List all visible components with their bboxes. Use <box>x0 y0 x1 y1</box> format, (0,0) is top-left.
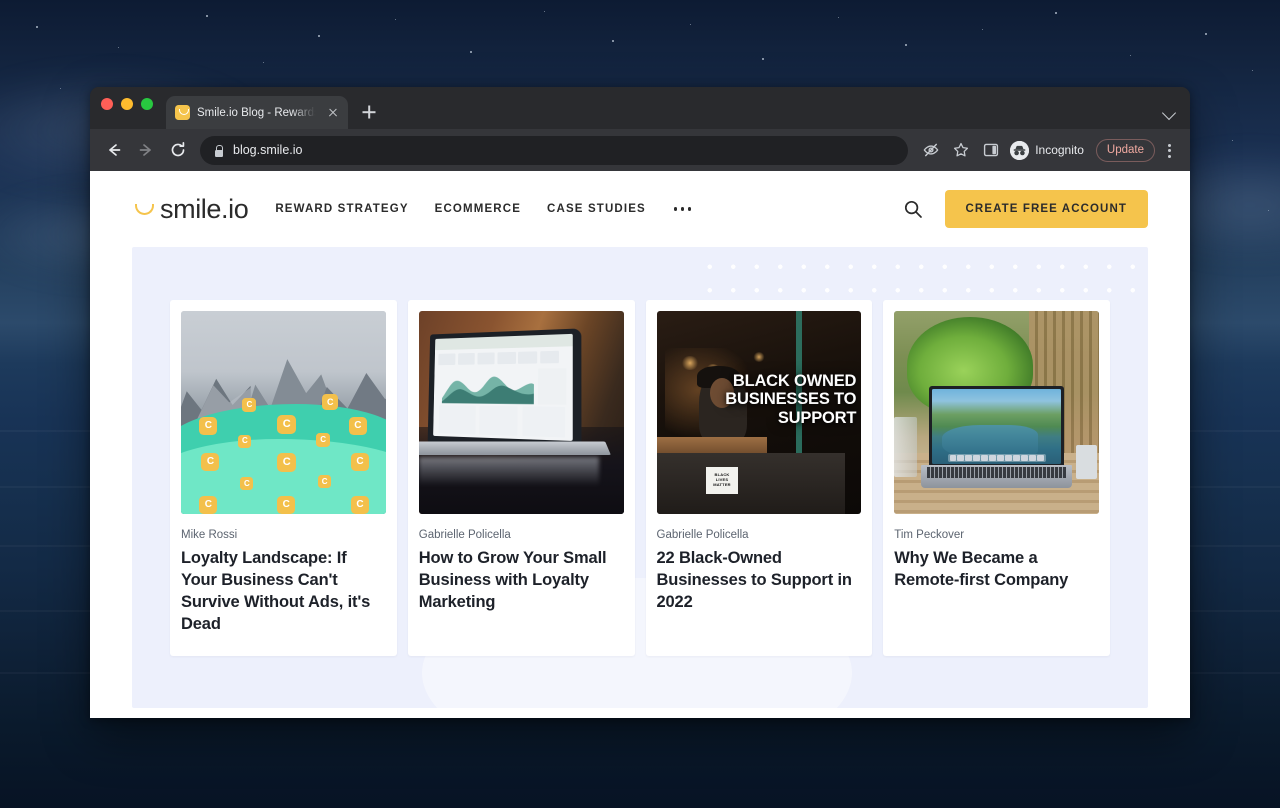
mountain-lake-coins-illustration: C C C C C C C C C C C C C C C <box>181 311 386 514</box>
article-card[interactable]: Tim Peckover Why We Became a Remote-firs… <box>883 300 1110 656</box>
star <box>395 19 396 20</box>
browser-tab[interactable]: Smile.io Blog - Rewards, Loyal <box>166 96 348 129</box>
article-author: Gabrielle Policella <box>656 529 749 541</box>
article-title[interactable]: How to Grow Your Small Business with Loy… <box>419 548 624 614</box>
nav-item-reward-strategy[interactable]: REWARD STRATEGY <box>275 203 408 215</box>
article-card[interactable]: C C C C C C C C C C C C C C C Mike Rossi… <box>170 300 397 656</box>
article-thumbnail: BLACK LIVES MATTER BLACK OWNED BUSINESSE… <box>656 311 862 514</box>
desktop-wallpaper: Smile.io Blog - Rewards, Loyal blog.smil… <box>0 0 1280 808</box>
article-thumbnail <box>894 311 1099 514</box>
sign-line: MATTER <box>713 482 731 488</box>
close-icon[interactable] <box>325 105 341 121</box>
star <box>206 15 208 17</box>
star <box>905 44 907 46</box>
reload-icon[interactable] <box>163 136 192 165</box>
nav-item-ecommerce[interactable]: ECOMMERCE <box>435 203 521 215</box>
chevron-down-icon[interactable] <box>1163 106 1176 119</box>
article-author: Tim Peckover <box>894 529 965 541</box>
browser-window: Smile.io Blog - Rewards, Loyal blog.smil… <box>90 87 1190 718</box>
page-viewport: smile.io REWARD STRATEGY ECOMMERCE CASE … <box>90 171 1190 718</box>
profile-label: Incognito <box>1035 143 1084 157</box>
laptop-analytics-dashboard-photo <box>418 311 624 514</box>
black-owned-business-storefront-photo: BLACK LIVES MATTER BLACK OWNED BUSINESSE… <box>656 311 862 514</box>
featured-articles-panel: C C C C C C C C C C C C C C C Mike Rossi… <box>132 247 1148 708</box>
star <box>263 62 264 63</box>
star <box>1055 12 1057 14</box>
article-card[interactable]: Gabrielle Policella How to Grow Your Sma… <box>407 300 635 656</box>
star <box>838 17 839 18</box>
search-icon[interactable] <box>903 199 923 219</box>
star <box>36 26 38 28</box>
forward-arrow-icon[interactable] <box>131 136 160 165</box>
star <box>1130 55 1131 56</box>
star <box>1252 70 1253 71</box>
plus-icon[interactable] <box>355 98 383 126</box>
tab-title: Smile.io Blog - Rewards, Loyal <box>197 106 318 119</box>
eye-slash-icon[interactable] <box>917 137 944 164</box>
star <box>612 40 614 42</box>
star <box>762 58 764 60</box>
article-title[interactable]: 22 Black-Owned Businesses to Support in … <box>657 548 862 614</box>
lock-icon <box>213 144 224 157</box>
star <box>690 24 691 25</box>
star <box>544 11 545 12</box>
smile-favicon-icon <box>175 105 190 120</box>
address-bar[interactable]: blog.smile.io <box>200 135 909 165</box>
main-navigation: REWARD STRATEGY ECOMMERCE CASE STUDIES <box>275 203 693 215</box>
url-text: blog.smile.io <box>233 143 303 157</box>
tab-strip: Smile.io Blog - Rewards, Loyal <box>90 87 1190 129</box>
article-author: Gabrielle Policella <box>418 529 511 541</box>
article-thumbnail <box>418 311 624 514</box>
kebab-menu-icon[interactable] <box>1158 137 1180 164</box>
window-traffic-lights <box>101 87 166 129</box>
thumbnail-overlay-text: BLACK OWNED BUSINESSES TO SUPPORT <box>725 371 857 427</box>
smile-arc-icon <box>135 201 154 218</box>
star <box>470 51 472 53</box>
star <box>118 47 119 48</box>
star <box>982 29 983 30</box>
star-icon[interactable] <box>947 137 974 164</box>
star <box>1232 140 1233 141</box>
ellipsis-icon[interactable] <box>672 203 694 215</box>
incognito-icon <box>1010 140 1030 160</box>
star <box>1205 33 1207 35</box>
minimize-window-button[interactable] <box>121 97 133 110</box>
logo-text: smile.io <box>160 193 249 224</box>
article-thumbnail: C C C C C C C C C C C C C C C <box>181 311 386 514</box>
article-card[interactable]: BLACK LIVES MATTER BLACK OWNED BUSINESSE… <box>645 300 873 656</box>
back-arrow-icon[interactable] <box>99 136 128 165</box>
site-logo[interactable]: smile.io <box>135 193 249 225</box>
featured-card-list: C C C C C C C C C C C C C C C Mike Rossi… <box>170 300 1110 656</box>
macbook-outdoor-garden-photo <box>894 311 1099 514</box>
header-actions: CREATE FREE ACCOUNT <box>903 190 1148 228</box>
site-header: smile.io REWARD STRATEGY ECOMMERCE CASE … <box>90 171 1190 247</box>
side-panel-icon[interactable] <box>977 137 1004 164</box>
black-lives-matter-sign: BLACK LIVES MATTER <box>705 467 739 494</box>
browser-toolbar: blog.smile.io Incognito Update <box>90 129 1190 171</box>
update-button[interactable]: Update <box>1095 138 1155 162</box>
article-title[interactable]: Why We Became a Remote-first Company <box>894 548 1099 592</box>
article-author: Mike Rossi <box>181 529 238 541</box>
nav-item-case-studies[interactable]: CASE STUDIES <box>547 203 646 215</box>
create-free-account-button[interactable]: CREATE FREE ACCOUNT <box>944 190 1148 228</box>
profile-chip[interactable]: Incognito <box>1007 137 1093 164</box>
maximize-window-button[interactable] <box>141 97 153 110</box>
close-window-button[interactable] <box>101 97 113 110</box>
star <box>318 35 320 37</box>
article-title[interactable]: Loyalty Landscape: If Your Business Can'… <box>181 548 386 636</box>
